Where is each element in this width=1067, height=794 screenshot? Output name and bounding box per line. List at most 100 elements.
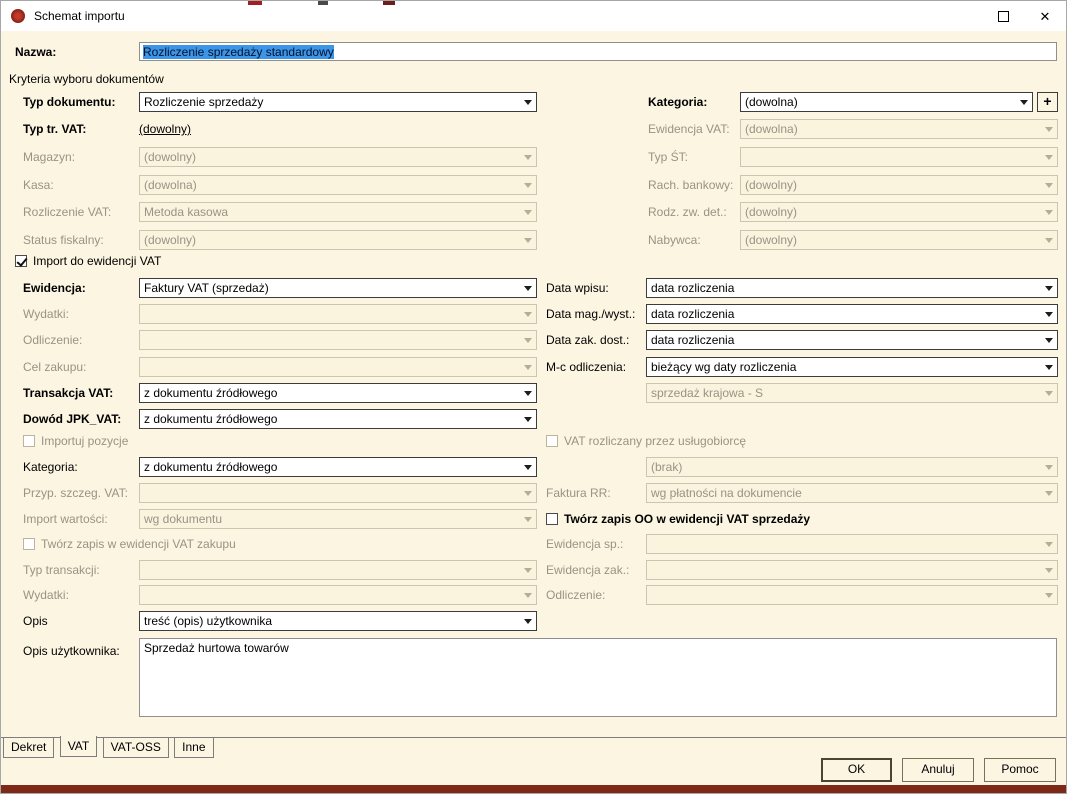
nazwa-input[interactable]: Rozliczenie sprzedaży standardowy bbox=[139, 42, 1057, 61]
checkbox-checked-icon bbox=[15, 255, 27, 267]
typ-dokumentu-label: Typ dokumentu: bbox=[23, 92, 115, 112]
nabywca-select: (dowolny) bbox=[740, 230, 1058, 250]
typ-tr-vat-link[interactable]: (dowolny) bbox=[139, 119, 191, 139]
vat-rozliczany-checkbox: VAT rozliczany przez usługobiorcę bbox=[546, 431, 746, 451]
chevron-down-icon bbox=[520, 586, 536, 604]
opis-uzytkownika-textarea[interactable]: Sprzedaż hurtowa towarów bbox=[139, 638, 1057, 717]
ewidencja-zak-label: Ewidencja zak.: bbox=[546, 560, 629, 580]
cel-zakupu-select bbox=[139, 357, 537, 377]
maximize-icon bbox=[998, 11, 1009, 22]
close-button[interactable]: ✕ bbox=[1024, 1, 1066, 31]
checkbox-unchecked-icon bbox=[546, 435, 558, 447]
maximize-button[interactable] bbox=[982, 1, 1024, 31]
typ-transakcji-select bbox=[139, 560, 537, 580]
checkbox-unchecked-icon bbox=[546, 513, 558, 525]
rodz-zw-det-select: (dowolny) bbox=[740, 202, 1058, 222]
data-zak-dost-select[interactable]: data rozliczenia bbox=[646, 330, 1058, 350]
tworz-zapis-oo-checkbox[interactable]: Twórz zapis OO w ewidencji VAT sprzedaży bbox=[546, 509, 810, 529]
chevron-down-icon bbox=[520, 176, 536, 194]
chevron-down-icon bbox=[1041, 231, 1057, 249]
tworz-zapis-zakupu-checkbox: Twórz zapis w ewidencji VAT zakupu bbox=[23, 534, 236, 554]
chevron-down-icon bbox=[1041, 561, 1057, 579]
transakcja-vat-select[interactable]: z dokumentu źródłowego bbox=[139, 383, 537, 403]
wydatki-2-select bbox=[139, 585, 537, 605]
rozliczenie-vat-select: Metoda kasowa bbox=[139, 202, 537, 222]
odliczenie-2-label: Odliczenie: bbox=[546, 585, 605, 605]
ewidencja-vat-label: Ewidencja VAT: bbox=[648, 119, 730, 139]
chevron-down-icon bbox=[1041, 358, 1057, 376]
przyp-szczeg-vat-label: Przyp. szczeg. VAT: bbox=[23, 483, 128, 503]
chevron-down-icon bbox=[1041, 458, 1057, 476]
importuj-pozycje-checkbox: Importuj pozycje bbox=[23, 431, 128, 451]
data-mag-wyst-select[interactable]: data rozliczenia bbox=[646, 304, 1058, 324]
kategoria-select[interactable]: (dowolna) bbox=[740, 92, 1033, 112]
chevron-down-icon bbox=[520, 358, 536, 376]
import-wartosci-label: Import wartości: bbox=[23, 509, 108, 529]
chevron-down-icon bbox=[520, 305, 536, 323]
nabywca-label: Nabywca: bbox=[648, 230, 701, 250]
typ-transakcji-label: Typ transakcji: bbox=[23, 560, 100, 580]
ewidencja-sp-label: Ewidencja sp.: bbox=[546, 534, 623, 554]
background-window-artifact bbox=[318, 1, 328, 5]
chevron-down-icon bbox=[1041, 586, 1057, 604]
anuluj-button[interactable]: Anuluj bbox=[902, 758, 974, 782]
rozliczenie-vat-label: Rozliczenie VAT: bbox=[23, 202, 111, 222]
opis-uzytkownika-label: Opis użytkownika: bbox=[23, 641, 120, 661]
transakcja-vat-label: Transakcja VAT: bbox=[23, 383, 113, 403]
data-wpisu-select[interactable]: data rozliczenia bbox=[646, 278, 1058, 298]
chevron-down-icon bbox=[1041, 176, 1057, 194]
pomoc-button[interactable]: Pomoc bbox=[984, 758, 1056, 782]
tab-vat[interactable]: VAT bbox=[60, 736, 98, 757]
grupa-vat-select: (brak) bbox=[646, 457, 1058, 477]
chevron-down-icon bbox=[1041, 305, 1057, 323]
chevron-down-icon bbox=[520, 231, 536, 249]
chevron-down-icon bbox=[520, 93, 536, 111]
odliczenie-1-label: Odliczenie: bbox=[23, 330, 82, 350]
chevron-down-icon bbox=[1041, 148, 1057, 166]
ewidencja-select[interactable]: Faktury VAT (sprzedaż) bbox=[139, 278, 537, 298]
opis-label: Opis bbox=[23, 611, 48, 631]
kasa-label: Kasa: bbox=[23, 175, 54, 195]
tab-dekret[interactable]: Dekret bbox=[3, 738, 54, 758]
ewidencja-zak-select bbox=[646, 560, 1058, 580]
chevron-down-icon bbox=[1041, 203, 1057, 221]
typ-tr-vat-label: Typ tr. VAT: bbox=[23, 119, 86, 139]
kategoria-label: Kategoria: bbox=[648, 92, 707, 112]
opis-select[interactable]: treść (opis) użytkownika bbox=[139, 611, 537, 631]
titlebar: Schemat importu ✕ bbox=[1, 1, 1066, 31]
tab-vat-oss[interactable]: VAT-OSS bbox=[103, 738, 169, 758]
dowod-jpk-vat-select[interactable]: z dokumentu źródłowego bbox=[139, 409, 537, 429]
close-icon: ✕ bbox=[1040, 10, 1051, 23]
typ-dokumentu-select[interactable]: Rozliczenie sprzedaży bbox=[139, 92, 537, 112]
magazyn-select: (dowolny) bbox=[139, 147, 537, 167]
faktura-rr-select: wg płatności na dokumencie bbox=[646, 483, 1058, 503]
mc-odliczenia-select[interactable]: bieżący wg daty rozliczenia bbox=[646, 357, 1058, 377]
window-title: Schemat importu bbox=[34, 9, 125, 23]
background-window-artifact bbox=[248, 1, 262, 5]
chevron-down-icon bbox=[520, 510, 536, 528]
background-window-artifact bbox=[383, 1, 395, 5]
kategoria-2-select[interactable]: z dokumentu źródłowego bbox=[139, 457, 537, 477]
chevron-down-icon bbox=[1041, 535, 1057, 553]
odliczenie-1-select bbox=[139, 330, 537, 350]
data-mag-wyst-label: Data mag./wyst.: bbox=[546, 304, 635, 324]
bottom-tabbar: Dekret VAT VAT-OSS Inne bbox=[1, 737, 1066, 758]
chevron-down-icon bbox=[520, 410, 536, 428]
ok-button[interactable]: OK bbox=[821, 758, 892, 782]
status-fiskalny-label: Status fiskalny: bbox=[23, 230, 104, 250]
chevron-down-icon bbox=[1041, 484, 1057, 502]
mc-odliczenia-label: M-c odliczenia: bbox=[546, 357, 626, 377]
checkbox-unchecked-icon bbox=[23, 538, 35, 550]
import-do-ewidencji-vat-checkbox[interactable]: Import do ewidencji VAT bbox=[15, 251, 161, 271]
app-logo-icon bbox=[11, 9, 25, 23]
rodzaj-sprzedazy-select: sprzedaż krajowa - S bbox=[646, 383, 1058, 403]
odliczenie-2-select bbox=[646, 585, 1058, 605]
kategoria-2-label: Kategoria: bbox=[23, 457, 78, 477]
rodz-zw-det-label: Rodz. zw. det.: bbox=[648, 202, 727, 222]
tab-inne[interactable]: Inne bbox=[174, 738, 213, 758]
chevron-down-icon bbox=[1041, 279, 1057, 297]
kasa-select: (dowolna) bbox=[139, 175, 537, 195]
dowod-jpk-vat-label: Dowód JPK_VAT: bbox=[23, 409, 121, 429]
kategoria-add-button[interactable]: + bbox=[1037, 92, 1058, 112]
wydatki-2-label: Wydatki: bbox=[23, 585, 69, 605]
